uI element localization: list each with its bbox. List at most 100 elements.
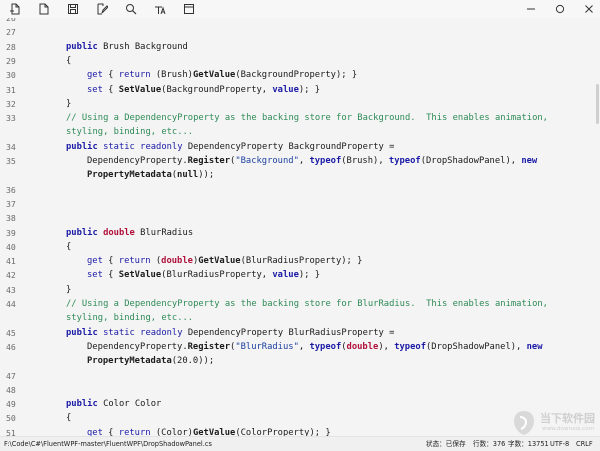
code-token: get: [87, 427, 103, 436]
line-number: 44: [6, 299, 16, 309]
encoding[interactable]: UTF-8: [550, 437, 569, 451]
code-token: get: [87, 256, 103, 267]
code-token: public: [66, 327, 98, 338]
watermark-brand: 当下软件园: [540, 412, 595, 425]
save-state: 状态：已保存: [426, 440, 466, 448]
code-text: set { SetValue(BlurRadiusProperty, value…: [87, 268, 583, 282]
code-token: static readonly: [103, 141, 183, 152]
code-text: public static readonly DependencyPropert…: [66, 140, 583, 154]
panel-icon[interactable]: [182, 2, 196, 16]
code-token: "Background": [235, 156, 299, 166]
code-token: (BlurRadiusProperty); }: [240, 256, 363, 267]
code-token: {: [102, 84, 119, 95]
line-number: 39: [6, 227, 16, 238]
line-number: 38: [6, 213, 16, 224]
code-text: {: [66, 411, 583, 425]
char-count: 字数：13751: [508, 440, 549, 448]
line-number: 26: [6, 18, 16, 23]
code-token: (DropShadowPanel),: [420, 156, 522, 166]
code-token: public: [66, 141, 98, 152]
line-number: 51: [6, 427, 16, 436]
code-token: return: [118, 256, 151, 267]
line-number: 33: [6, 113, 16, 124]
line-number: 34: [6, 141, 16, 152]
save-icon[interactable]: [66, 2, 80, 16]
code-text: // Using a DependencyProperty as the bac…: [66, 111, 583, 140]
code-token: PropertyMetadata: [87, 170, 172, 181]
code-token: (BlurRadiusProperty,: [161, 270, 273, 281]
code-token: (: [150, 256, 162, 267]
code-token: {: [66, 241, 72, 252]
code-token: {: [102, 70, 119, 81]
code-token: // Using a DependencyProperty as the bac…: [66, 299, 554, 324]
code-token: PropertyMetadata: [87, 356, 172, 367]
open-file-icon[interactable]: [37, 2, 51, 16]
vertical-scrollbar[interactable]: [595, 18, 600, 436]
code-token: Brush Background: [97, 41, 188, 52]
code-token: new: [521, 156, 538, 166]
watermark-logo: 当下软件园 www.downxia.com: [510, 408, 600, 438]
code-token: (Brush),: [341, 156, 389, 166]
code-token: return: [118, 427, 151, 436]
code-token: GetValue: [198, 256, 241, 267]
code-editor[interactable]: 26 27 28 public Brush Background 29 {30 get { …: [0, 18, 600, 436]
edit-icon[interactable]: [95, 2, 109, 16]
search-icon[interactable]: [124, 2, 138, 16]
restore-icon[interactable]: [553, 2, 567, 16]
code-token: // Using a DependencyProperty as the bac…: [66, 113, 554, 138]
code-token: {: [102, 270, 119, 281]
code-token: typeof: [309, 341, 342, 352]
code-token: double: [161, 256, 193, 267]
code-token: ,: [298, 341, 310, 352]
watermark-url: www.downxia.com: [542, 426, 595, 432]
line-number: 28: [6, 41, 16, 52]
format-icon[interactable]: [153, 2, 167, 16]
code-token: {: [66, 413, 72, 424]
line-number: 40: [6, 241, 16, 252]
code-text: {: [66, 240, 583, 254]
line-number: 41: [6, 256, 16, 267]
line-number: 29: [6, 55, 16, 66]
code-token: (Color): [150, 427, 193, 436]
line-number: 36: [6, 184, 16, 195]
code-token: get: [87, 70, 103, 81]
code-token: typeof: [388, 156, 421, 166]
code-token: DependencyProperty BackgroundProperty =: [182, 141, 395, 152]
code-token: Register: [187, 156, 231, 166]
code-token: value: [272, 270, 299, 281]
code-token: {: [102, 256, 119, 267]
code-token: public: [66, 41, 98, 52]
code-token: DependencyProperty.: [87, 156, 188, 166]
code-token: new: [526, 341, 543, 352]
file-path: F:\Code\C#\FluentWPF-master\FluentWPF\Dr…: [4, 440, 212, 448]
code-text: PropertyMetadata(20.0));: [87, 354, 583, 368]
minimize-icon[interactable]: [524, 2, 538, 16]
close-icon[interactable]: [582, 2, 596, 16]
code-token: (BackgroundProperty); }: [235, 70, 358, 81]
code-token: static readonly: [103, 327, 183, 338]
code-token: (Brush): [150, 70, 193, 81]
line-number: 42: [6, 270, 16, 281]
code-token: }: [66, 284, 72, 295]
code-text: // Using a DependencyProperty as the bac…: [66, 297, 583, 326]
code-text: get { return (double)GetValue(BlurRadius…: [87, 254, 583, 268]
code-token: (ColorProperty); }: [235, 427, 331, 436]
code-token: ,: [298, 156, 310, 166]
status-bar: F:\Code\C#\FluentWPF-master\FluentWPF\Dr…: [0, 436, 600, 451]
code-token: (BackgroundProperty,: [161, 84, 273, 95]
line-ending[interactable]: CRLF: [576, 437, 593, 451]
code-token: ),: [378, 341, 395, 352]
code-text: public static readonly DependencyPropert…: [66, 326, 583, 340]
new-file-icon[interactable]: [8, 2, 22, 16]
code-token: Register: [187, 341, 231, 352]
code-token: ); }: [298, 270, 321, 281]
code-token: GetValue: [192, 70, 236, 81]
code-token: SetValue: [118, 84, 162, 95]
code-token: typeof: [309, 156, 342, 166]
code-text: DependencyProperty.Register("BlurRadius"…: [87, 340, 583, 354]
line-number: 43: [6, 284, 16, 295]
code-token: DependencyProperty.: [87, 341, 188, 352]
code-token: ); }: [298, 84, 321, 95]
scrollbar-thumb[interactable]: [596, 84, 599, 124]
code-text: get { return (Brush)GetValue(BackgroundP…: [87, 68, 583, 82]
